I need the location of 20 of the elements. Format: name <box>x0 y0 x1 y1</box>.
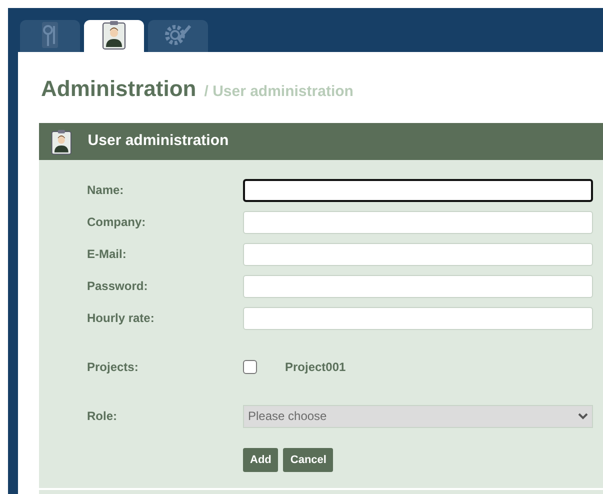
page-title: Administration <box>41 75 196 103</box>
user-badge-icon <box>102 20 126 50</box>
project-name: Project001 <box>285 359 346 376</box>
form-button[interactable]: Cancel <box>283 448 334 472</box>
field-label: Role: <box>87 408 118 425</box>
role-dropdown[interactable]: Please choose <box>243 404 593 428</box>
form-button[interactable]: Add <box>243 448 278 472</box>
input-field[interactable] <box>243 178 593 202</box>
breadcrumb: / User administration <box>204 82 354 102</box>
field-label: Name: <box>87 182 125 199</box>
checkbox[interactable] <box>243 360 257 374</box>
field-label: Hourly rate: <box>87 310 156 327</box>
chevron-down-icon <box>578 412 588 420</box>
field-label: E-Mail: <box>87 246 128 263</box>
tab[interactable] <box>84 20 144 52</box>
user-badge-icon <box>51 128 72 154</box>
field-label: Password: <box>87 278 149 295</box>
panel-title: User administration <box>88 131 229 152</box>
field-label: Projects: <box>87 359 140 376</box>
field-label: Company: <box>87 214 147 231</box>
